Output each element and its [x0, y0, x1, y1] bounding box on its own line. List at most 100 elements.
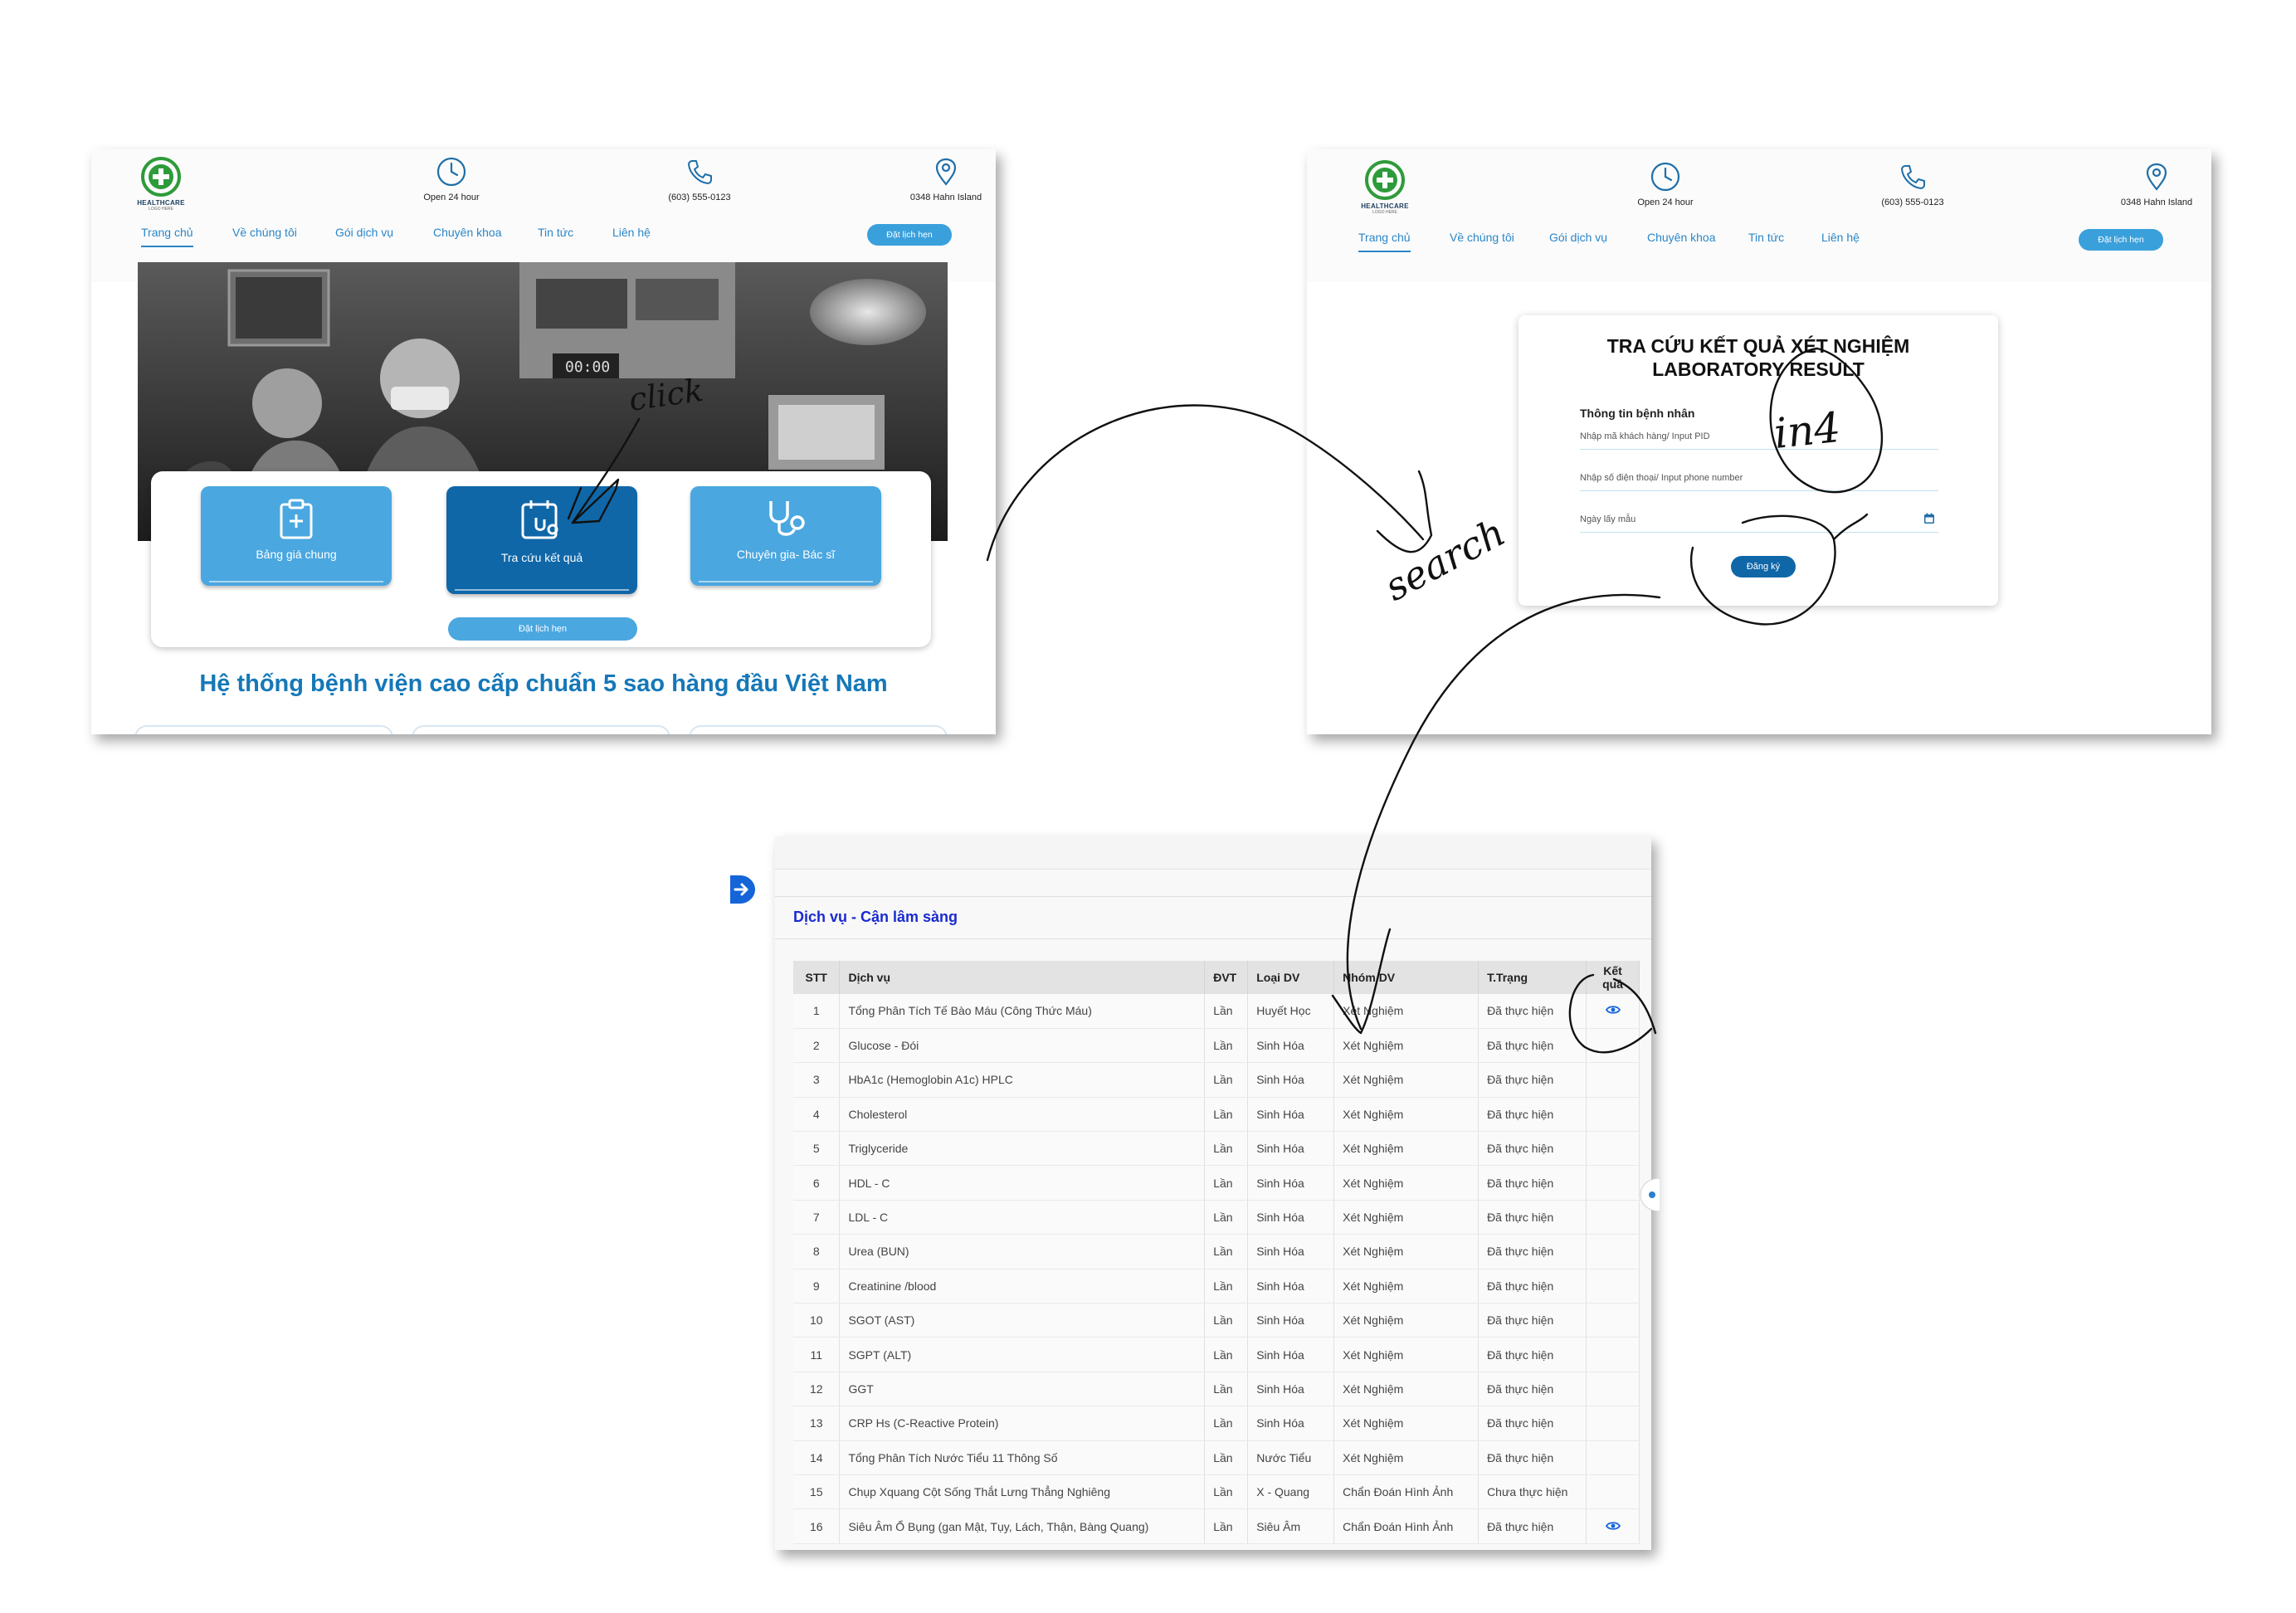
cell-group: Xét Nghiệm [1333, 1406, 1479, 1441]
edge-tab-icon[interactable] [1639, 1178, 1660, 1211]
cell-service: Cholesterol [839, 1097, 1206, 1133]
cell-result [1586, 1200, 1640, 1235]
cell-type: Nước Tiểu [1247, 1440, 1335, 1475]
cell-stt: 14 [793, 1440, 841, 1475]
nav-specialties[interactable]: Chuyên khoa [1647, 231, 1716, 244]
phone-info[interactable]: (603) 555-0123 [1846, 161, 1979, 207]
submit-button[interactable]: Đăng ký [1731, 556, 1796, 577]
eye-icon[interactable] [1605, 1005, 1621, 1015]
stethoscope-icon [769, 501, 805, 536]
hours-text: Open 24 hour [1637, 197, 1694, 207]
logo-cross-icon [141, 157, 181, 197]
hours-info: Open 24 hour [385, 156, 518, 202]
nav-news[interactable]: Tin tức [538, 226, 573, 239]
header-appointment-button[interactable]: Đặt lịch hẹn [2079, 229, 2163, 251]
cell-service: Urea (BUN) [839, 1234, 1206, 1269]
price-list-label: Bảng giá chung [256, 548, 337, 561]
nav-home[interactable]: Trang chủ [141, 226, 193, 247]
nav-packages[interactable]: Gói dịch vụ [335, 226, 393, 239]
cell-service: SGOT (AST) [839, 1303, 1206, 1338]
cell-stt: 9 [793, 1269, 841, 1304]
site-logo[interactable]: HEALTHCARE LOGO HERE [128, 156, 194, 212]
header-appointment-button[interactable]: Đặt lịch hẹn [867, 224, 952, 246]
pid-input[interactable]: Nhập mã khách hàng/ Input PID [1580, 425, 1938, 450]
cell-stt: 16 [793, 1508, 841, 1544]
address-text: 0348 Hahn Island [2120, 197, 2193, 207]
sidebar-toggle-icon[interactable] [730, 875, 755, 904]
results-topbar [775, 836, 1651, 870]
table-row: 11 SGPT (ALT) Lần Sinh Hóa Xét Nghiệm Đã thực… [793, 1337, 1640, 1372]
results-section-title: Dịch vụ - Cận lâm sàng [793, 909, 958, 925]
result-lookup-card[interactable]: Tra cứu kết quả [446, 486, 637, 594]
address-info[interactable]: 0348 Hahn Island [880, 156, 996, 202]
phone-placeholder: Nhập số điện thoại/ Input phone number [1580, 473, 1743, 483]
cell-stt: 12 [793, 1372, 841, 1407]
nav-news[interactable]: Tin tức [1748, 231, 1784, 244]
cell-status: Đã thực hiện [1478, 1234, 1587, 1269]
storyboard-canvas: HEALTHCARE LOGO HERE Open 24 hour (603) … [0, 0, 2296, 1613]
logo-subtitle: LOGO HERE [1372, 210, 1397, 215]
cell-stt: 6 [793, 1165, 841, 1201]
eye-icon[interactable] [1605, 1521, 1621, 1531]
cell-type: Sinh Hóa [1247, 1131, 1335, 1167]
col-service: Dịch vụ [839, 961, 1206, 994]
hospital-tile[interactable] [134, 725, 393, 734]
phone-input[interactable]: Nhập số điện thoại/ Input phone number [1580, 466, 1938, 491]
calendar-icon[interactable] [1923, 513, 1935, 524]
nav-specialties[interactable]: Chuyên khoa [433, 226, 502, 239]
cell-result [1586, 1097, 1640, 1133]
cell-status: Đã thực hiện [1478, 1337, 1587, 1372]
table-row: 15 Chụp Xquang Cột Sống Thắt Lưng Thẳng N… [793, 1474, 1640, 1510]
cell-type: Sinh Hóa [1247, 1372, 1335, 1407]
cell-type: Sinh Hóa [1247, 1269, 1335, 1304]
cell-unit: Lần [1204, 1269, 1249, 1304]
main-nav: Trang chủ Về chúng tôi Gói dịch vụ Chuyê… [91, 226, 996, 259]
cell-result [1586, 1406, 1640, 1441]
cell-group: Xét Nghiệm [1333, 1062, 1479, 1098]
cell-status: Đã thực hiện [1478, 994, 1587, 1029]
cell-result[interactable] [1586, 1508, 1640, 1544]
cell-unit: Lần [1204, 1440, 1249, 1475]
cell-stt: 13 [793, 1406, 841, 1441]
hours-info: Open 24 hour [1599, 161, 1732, 207]
cell-unit: Lần [1204, 1234, 1249, 1269]
nav-about[interactable]: Về chúng tôi [232, 226, 297, 239]
patient-info-heading: Thông tin bệnh nhân [1580, 407, 1695, 420]
main-nav: Trang chủ Về chúng tôi Gói dịch vụ Chuyê… [1307, 231, 2211, 264]
doctors-card[interactable]: Chuyên gia- Bác sĩ [690, 486, 881, 586]
panel-appointment-button[interactable]: Đặt lịch hẹn [448, 617, 637, 641]
nav-packages[interactable]: Gói dịch vụ [1549, 231, 1607, 244]
cell-result[interactable] [1586, 994, 1640, 1029]
logo-subtitle: LOGO HERE [149, 207, 173, 212]
calendar-stethoscope-icon [521, 500, 558, 539]
address-info[interactable]: 0348 Hahn Island [2090, 161, 2211, 207]
cell-status: Đã thực hiện [1478, 1269, 1587, 1304]
cell-group: Chẩn Đoán Hình Ảnh [1333, 1508, 1479, 1544]
services-panel: Bảng giá chung Tra cứu kết quả Chuyên gi… [151, 471, 931, 647]
doctors-label: Chuyên gia- Bác sĩ [736, 548, 836, 561]
lab-result-form: TRA CỨU KẾT QUẢ XÉT NGHIỆM LABORATORY RE… [1518, 315, 1998, 606]
cell-service: HDL - C [839, 1165, 1206, 1201]
phone-icon [1901, 165, 1925, 189]
price-list-card[interactable]: Bảng giá chung [201, 486, 392, 586]
sample-date-input[interactable]: Ngày lấy mẫu [1580, 508, 1938, 533]
lookup-page-window: HEALTHCARE LOGO HERE Open 24 hour (603) … [1307, 149, 2211, 734]
nav-about[interactable]: Về chúng tôi [1450, 231, 1514, 244]
cell-unit: Lần [1204, 1474, 1249, 1510]
hours-text: Open 24 hour [423, 192, 480, 202]
cell-unit: Lần [1204, 1028, 1249, 1064]
hospital-tile[interactable] [412, 725, 670, 734]
hospital-tile[interactable] [689, 725, 948, 734]
cell-stt: 1 [793, 994, 841, 1029]
table-row: 13 CRP Hs (C-Reactive Protein) Lần Sinh Hóa… [793, 1406, 1640, 1441]
phone-info[interactable]: (603) 555-0123 [633, 156, 766, 202]
table-row: 8 Urea (BUN) Lần Sinh Hóa Xét Nghiệm Đã thực … [793, 1234, 1640, 1269]
nav-home[interactable]: Trang chủ [1358, 231, 1411, 252]
table-row: 4 Cholesterol Lần Sinh Hóa Xét Nghiệm Đã thực… [793, 1097, 1640, 1133]
nav-contact[interactable]: Liên hệ [1821, 231, 1860, 244]
nav-contact[interactable]: Liên hệ [612, 226, 651, 239]
cell-group: Xét Nghiệm [1333, 1440, 1479, 1475]
cell-service: HbA1c (Hemoglobin A1c) HPLC [839, 1062, 1206, 1098]
cell-stt: 15 [793, 1474, 841, 1510]
site-logo[interactable]: HEALTHCARE LOGO HERE [1352, 159, 1418, 215]
